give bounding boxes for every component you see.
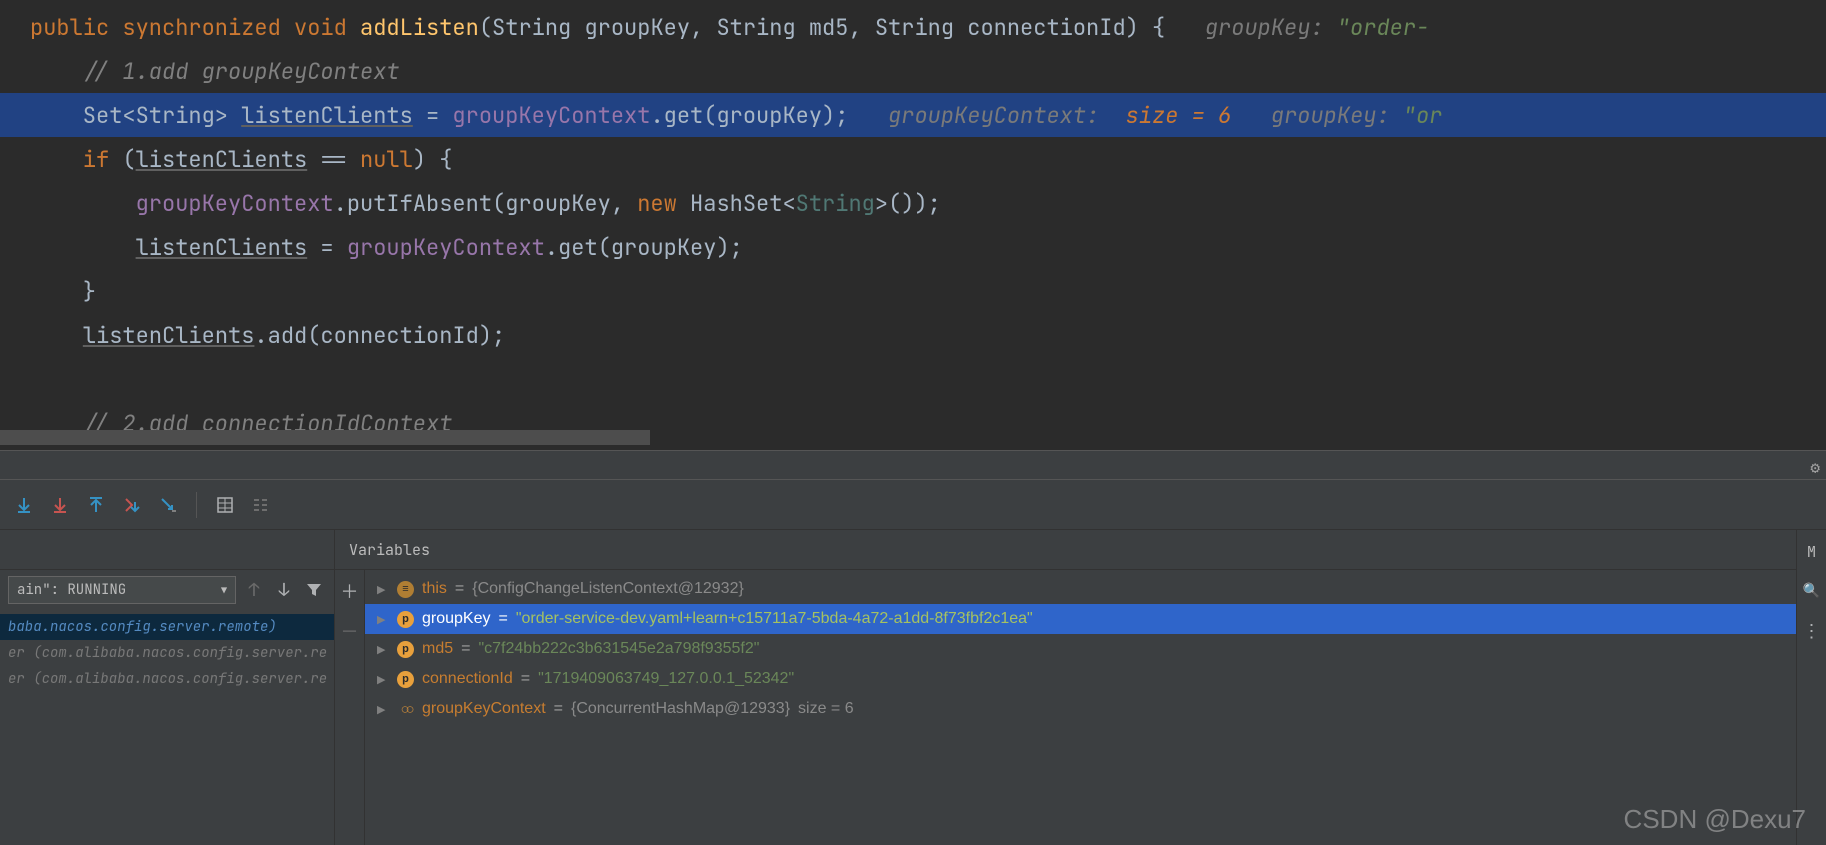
code-editor[interactable]: public synchronized void addListen(Strin…	[0, 0, 1826, 450]
parameter-icon: p	[397, 671, 414, 688]
keyword-if: if	[30, 145, 122, 174]
keyword-void: void	[294, 13, 360, 42]
code-line[interactable]: listenClients.add(connectionId);	[0, 313, 1826, 357]
code-text: Set<String>	[30, 101, 241, 130]
keyword-null: null	[360, 145, 413, 174]
code-line-current[interactable]: Set<String> listenClients = groupKeyCont…	[0, 93, 1826, 137]
keyword-new: new	[637, 189, 690, 218]
variable-row[interactable]: ▶pconnectionId = "1719409063749_127.0.0.…	[365, 664, 1826, 694]
debug-bottom-panel: ain": RUNNING ▼ ↑ ↓ baba.nacos.config.se…	[0, 530, 1826, 845]
next-frame-button[interactable]: ↓	[272, 578, 296, 602]
inline-hint-value: "order-	[1337, 13, 1429, 42]
code-line[interactable]: }	[0, 269, 1826, 313]
variable-row[interactable]: ▶pgroupKey = "order-service-dev.yaml+lea…	[365, 604, 1826, 634]
variable-name: connectionId	[422, 670, 513, 688]
step-out-button[interactable]	[84, 493, 108, 517]
right-sidebar: M 🔍 ⋮	[1796, 530, 1826, 845]
inline-hint-size: size = 6	[1099, 101, 1231, 130]
trace-button[interactable]	[249, 493, 273, 517]
thread-dropdown[interactable]: ain": RUNNING ▼	[8, 576, 236, 604]
variable-value: {ConcurrentHashMap@12933}	[571, 700, 790, 718]
gear-icon[interactable]: ⚙	[1810, 457, 1820, 478]
variables-panel: Variables ＋ － ▶≡this = {ConfigChangeList…	[335, 530, 1826, 845]
variable-row[interactable]: ▶≡this = {ConfigChangeListenContext@1293…	[365, 574, 1826, 604]
step-over-button[interactable]	[12, 493, 36, 517]
method-params: (String groupKey, String md5, String con…	[479, 13, 1165, 42]
parameter-icon: p	[397, 641, 414, 658]
prev-frame-button[interactable]: ↑	[242, 578, 266, 602]
step-into-button[interactable]	[48, 493, 72, 517]
inline-hint-value: "or	[1403, 101, 1443, 130]
variable: listenClients	[136, 233, 308, 262]
inline-hint: groupKey:	[1231, 101, 1403, 130]
parameter-icon: p	[397, 611, 414, 628]
variable-string-value: "c7f24bb222c3b631545e2a798f9355f2"	[478, 640, 759, 658]
variable-name: md5	[422, 640, 453, 658]
debug-panel-header: ⚙	[0, 450, 1826, 480]
debug-step-toolbar	[0, 480, 1826, 530]
frame-item[interactable]: er (com.alibaba.nacos.config.server.re	[0, 640, 334, 666]
method-name: addListen	[360, 13, 479, 42]
variable-value: {ConfigChangeListenContext@12932}	[472, 580, 744, 598]
variables-list[interactable]: ▶≡this = {ConfigChangeListenContext@1293…	[365, 570, 1826, 724]
variables-toolbar: ＋ －	[335, 570, 365, 845]
comment: // 1.add groupKeyContext	[30, 57, 400, 86]
code-line[interactable]: // 1.add groupKeyContext	[0, 49, 1826, 93]
frames-header: ain": RUNNING ▼ ↑ ↓	[0, 570, 334, 610]
generic-type: String	[796, 189, 875, 218]
map-icon: ○○	[397, 701, 414, 718]
variable: listenClients	[241, 101, 413, 130]
keyword-public: public	[30, 13, 122, 42]
filter-frames-button[interactable]	[302, 578, 326, 602]
variable-name: groupKey	[422, 610, 491, 628]
code-line[interactable]: groupKeyContext.putIfAbsent(groupKey, ne…	[0, 181, 1826, 225]
horizontal-scrollbar[interactable]	[0, 430, 650, 445]
object-icon: ≡	[397, 581, 414, 598]
variable-string-value: "order-service-dev.yaml+learn+c15711a7-5…	[516, 610, 1033, 628]
frames-list[interactable]: baba.nacos.config.server.remote) er (com…	[0, 610, 334, 692]
variable-name: groupKeyContext	[422, 700, 546, 718]
expand-icon[interactable]: ▶	[377, 613, 389, 626]
mark-label: M	[1807, 542, 1816, 562]
frame-item[interactable]: baba.nacos.config.server.remote)	[0, 614, 334, 640]
inline-hint-label: groupKey:	[1165, 13, 1337, 42]
code-line[interactable]: listenClients = groupKeyContext.get(grou…	[0, 225, 1826, 269]
separator	[196, 492, 197, 518]
expand-icon[interactable]: ▶	[377, 583, 389, 596]
more-options-button[interactable]: ⋮	[1803, 620, 1821, 643]
code-line[interactable]: if (listenClients == null) {	[0, 137, 1826, 181]
expand-icon[interactable]: ▶	[377, 673, 389, 686]
variable-row[interactable]: ▶○○groupKeyContext = {ConcurrentHashMap@…	[365, 694, 1826, 724]
variables-header-spacer	[0, 530, 334, 570]
chevron-down-icon: ▼	[221, 584, 227, 597]
variable-extra: size = 6	[798, 700, 854, 718]
new-watch-button[interactable]: ＋	[341, 578, 359, 604]
remove-watch-button[interactable]: －	[341, 618, 359, 644]
frame-item[interactable]: er (com.alibaba.nacos.config.server.re	[0, 666, 334, 692]
field: groupKeyContext	[452, 101, 650, 130]
variable-name: this	[422, 580, 447, 598]
thread-dropdown-label: ain": RUNNING	[17, 581, 126, 599]
variables-header: Variables	[335, 530, 1826, 570]
expand-icon[interactable]: ▶	[377, 643, 389, 656]
variable: listenClients	[83, 321, 255, 350]
variable-row[interactable]: ▶pmd5 = "c7f24bb222c3b631545e2a798f9355f…	[365, 634, 1826, 664]
variable-string-value: "1719409063749_127.0.0.1_52342"	[538, 670, 794, 688]
evaluate-expression-button[interactable]	[213, 493, 237, 517]
code-line[interactable]: public synchronized void addListen(Strin…	[0, 5, 1826, 49]
expand-icon[interactable]: ▶	[377, 703, 389, 716]
field: groupKeyContext	[347, 233, 545, 262]
keyword-synchronized: synchronized	[122, 13, 294, 42]
inline-hint: groupKeyContext:	[848, 101, 1099, 130]
field: groupKeyContext	[136, 189, 334, 218]
code-line[interactable]	[0, 357, 1826, 401]
frames-panel: ain": RUNNING ▼ ↑ ↓ baba.nacos.config.se…	[0, 530, 335, 845]
drop-frame-button[interactable]	[120, 493, 144, 517]
search-icon[interactable]: 🔍	[1803, 582, 1820, 600]
run-to-cursor-button[interactable]	[156, 493, 180, 517]
variable: listenClients	[136, 145, 308, 174]
